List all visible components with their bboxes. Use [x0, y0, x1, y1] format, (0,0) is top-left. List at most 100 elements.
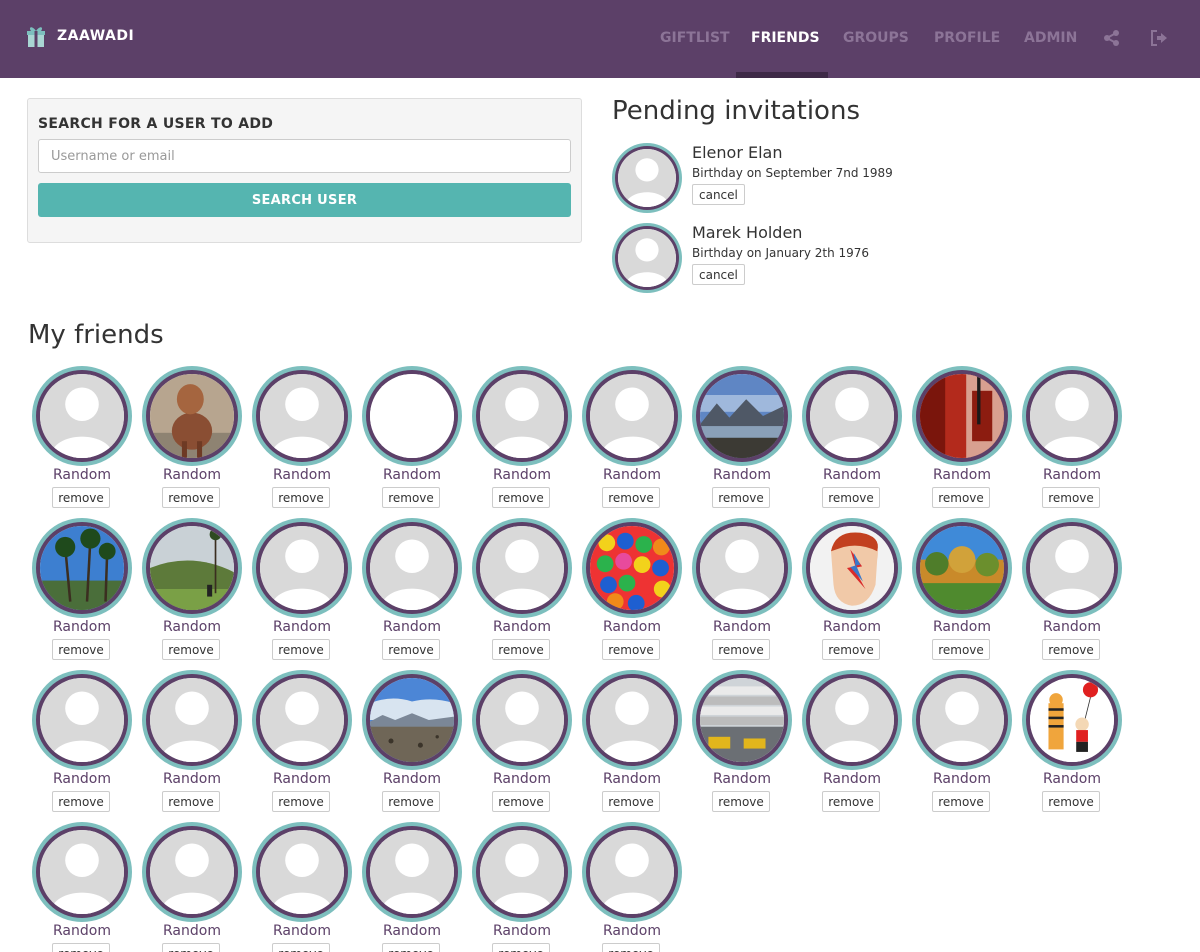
remove-friend-button[interactable]: remove	[162, 791, 220, 812]
avatar[interactable]	[252, 518, 352, 618]
remove-friend-button[interactable]: remove	[932, 791, 990, 812]
avatar[interactable]	[912, 518, 1012, 618]
remove-friend-button[interactable]: remove	[382, 487, 440, 508]
search-user-button[interactable]: SEARCH USER	[38, 183, 571, 217]
remove-friend-button[interactable]: remove	[932, 639, 990, 660]
remove-friend-button[interactable]: remove	[272, 487, 330, 508]
search-input[interactable]	[38, 139, 571, 173]
remove-friend-button[interactable]: remove	[602, 943, 660, 952]
avatar[interactable]	[692, 366, 792, 466]
guggenheim-photo	[700, 678, 784, 762]
remove-friend-button[interactable]: remove	[602, 639, 660, 660]
remove-friend-button[interactable]: remove	[822, 639, 880, 660]
avatar[interactable]	[1022, 366, 1122, 466]
nav-groups[interactable]: GROUPS	[843, 30, 909, 46]
default-avatar-icon	[480, 374, 564, 458]
avatar[interactable]	[1022, 670, 1122, 770]
remove-friend-button[interactable]: remove	[272, 943, 330, 952]
remove-friend-button[interactable]: remove	[382, 791, 440, 812]
nav-profile[interactable]: PROFILE	[934, 30, 1000, 46]
avatar[interactable]	[252, 366, 352, 466]
avatar[interactable]	[472, 518, 572, 618]
remove-friend-button[interactable]: remove	[602, 791, 660, 812]
remove-friend-button[interactable]: remove	[52, 639, 110, 660]
avatar[interactable]	[582, 670, 682, 770]
remove-friend-button[interactable]: remove	[52, 943, 110, 952]
avatar[interactable]	[362, 670, 462, 770]
friend-name: Random	[493, 619, 551, 635]
avatar[interactable]	[582, 518, 682, 618]
pending-invitation: Marek Holden Birthday on January 2th 197…	[612, 223, 972, 293]
avatar[interactable]	[912, 366, 1012, 466]
remove-friend-button[interactable]: remove	[492, 639, 550, 660]
friend-card: Random remove	[467, 518, 577, 668]
avatar[interactable]	[802, 366, 902, 466]
cancel-invitation-button[interactable]: cancel	[692, 264, 745, 285]
avatar[interactable]	[802, 670, 902, 770]
logout-icon[interactable]	[1150, 29, 1168, 47]
nav-giftlist[interactable]: GIFTLIST	[660, 30, 730, 46]
remove-friend-button[interactable]: remove	[162, 639, 220, 660]
friend-card: Random remove	[137, 822, 247, 952]
avatar[interactable]	[362, 822, 462, 922]
avatar[interactable]	[1022, 518, 1122, 618]
avatar[interactable]	[32, 366, 132, 466]
cancel-invitation-button[interactable]: cancel	[692, 184, 745, 205]
avatar[interactable]	[252, 822, 352, 922]
avatar[interactable]	[32, 822, 132, 922]
avatar	[612, 143, 682, 213]
avatar[interactable]	[252, 670, 352, 770]
avatar[interactable]	[32, 670, 132, 770]
nav-friends[interactable]: FRIENDS	[751, 30, 820, 46]
avatar[interactable]	[142, 518, 242, 618]
remove-friend-button[interactable]: remove	[822, 791, 880, 812]
avatar[interactable]	[142, 822, 242, 922]
my-friends-title: My friends	[28, 320, 164, 350]
avatar[interactable]	[362, 518, 462, 618]
remove-friend-button[interactable]: remove	[822, 487, 880, 508]
avatar[interactable]	[362, 366, 462, 466]
remove-friend-button[interactable]: remove	[162, 487, 220, 508]
friend-card: Random remove	[467, 670, 577, 820]
avatar[interactable]	[692, 670, 792, 770]
default-avatar-icon	[480, 678, 564, 762]
avatar[interactable]	[582, 366, 682, 466]
remove-friend-button[interactable]: remove	[712, 639, 770, 660]
friend-name: Random	[273, 619, 331, 635]
remove-friend-button[interactable]: remove	[932, 487, 990, 508]
remove-friend-button[interactable]: remove	[1042, 487, 1100, 508]
avatar[interactable]	[142, 366, 242, 466]
remove-friend-button[interactable]: remove	[602, 487, 660, 508]
friend-name: Random	[273, 467, 331, 483]
remove-friend-button[interactable]: remove	[272, 791, 330, 812]
share-icon[interactable]	[1103, 29, 1121, 47]
remove-friend-button[interactable]: remove	[52, 791, 110, 812]
avatar[interactable]	[802, 518, 902, 618]
friend-card: Random remove	[27, 366, 137, 516]
nav-admin[interactable]: ADMIN	[1024, 30, 1077, 46]
remove-friend-button[interactable]: remove	[272, 639, 330, 660]
default-avatar-icon	[618, 229, 676, 287]
remove-friend-button[interactable]: remove	[712, 487, 770, 508]
remove-friend-button[interactable]: remove	[492, 487, 550, 508]
avatar[interactable]	[142, 670, 242, 770]
remove-friend-button[interactable]: remove	[382, 639, 440, 660]
avatar[interactable]	[692, 518, 792, 618]
avatar[interactable]	[472, 822, 572, 922]
remove-friend-button[interactable]: remove	[382, 943, 440, 952]
avatar[interactable]	[582, 822, 682, 922]
remove-friend-button[interactable]: remove	[1042, 791, 1100, 812]
friend-name: Random	[163, 467, 221, 483]
remove-friend-button[interactable]: remove	[162, 943, 220, 952]
avatar[interactable]	[912, 670, 1012, 770]
remove-friend-button[interactable]: remove	[712, 791, 770, 812]
avatar[interactable]	[472, 366, 572, 466]
avatar[interactable]	[32, 518, 132, 618]
friend-card: Random remove	[907, 366, 1017, 516]
remove-friend-button[interactable]: remove	[52, 487, 110, 508]
avatar[interactable]	[472, 670, 572, 770]
remove-friend-button[interactable]: remove	[492, 943, 550, 952]
remove-friend-button[interactable]: remove	[492, 791, 550, 812]
brand[interactable]: ZAAWADI	[26, 24, 134, 48]
remove-friend-button[interactable]: remove	[1042, 639, 1100, 660]
